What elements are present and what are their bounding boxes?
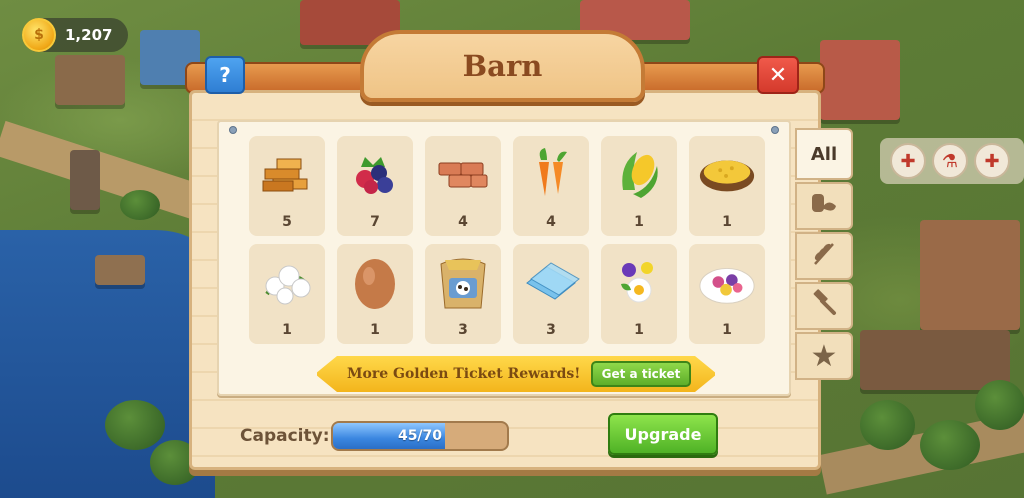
golden-ticket-banner: More Golden Ticket Rewards! Get a ticket <box>317 356 715 392</box>
inventory-slot-corn[interactable]: 1 <box>601 136 677 236</box>
category-tabs: All ★ <box>795 128 855 382</box>
hammer-icon <box>810 289 838 323</box>
inventory-slot-cotton[interactable]: 1 <box>249 244 325 344</box>
potion-icon[interactable]: ⚗ <box>932 143 968 179</box>
barn-dialog: ? Barn ✕ 5 7 4 4 1 1 1 1 3 3 1 1 More Golden Ticket… <box>185 30 853 472</box>
close-button[interactable]: ✕ <box>757 56 799 94</box>
egg-icon <box>345 252 405 312</box>
item-quantity: 4 <box>546 214 556 230</box>
inventory-sheet: 5 7 4 4 1 1 1 1 3 3 1 1 More Golden Ticket Rewards!… <box>217 120 791 396</box>
inventory-slot-flowers[interactable]: 1 <box>601 244 677 344</box>
banner-text: More Golden Ticket Rewards! <box>347 366 581 382</box>
carrots-icon <box>521 144 581 204</box>
inventory-slot-carrots[interactable]: 4 <box>513 136 589 236</box>
wheat-icon <box>809 238 839 274</box>
tab-tools[interactable] <box>795 282 853 330</box>
item-quantity: 1 <box>634 214 644 230</box>
cotton-icon <box>257 252 317 312</box>
item-quantity: 3 <box>458 322 468 338</box>
coin-counter[interactable]: $ 1,207 <box>22 18 128 52</box>
item-quantity: 1 <box>722 322 732 338</box>
capacity-label: Capacity: <box>240 426 330 446</box>
flowers-icon <box>609 252 669 312</box>
berries-icon <box>345 144 405 204</box>
inventory-slot-cow-feed[interactable]: 3 <box>425 244 501 344</box>
glass-icon <box>521 252 581 312</box>
dialog-title: Barn <box>462 49 543 83</box>
tab-all[interactable]: All <box>795 128 853 180</box>
coin-amount: 1,207 <box>65 26 113 44</box>
item-quantity: 4 <box>458 214 468 230</box>
fruit-salad-icon <box>697 252 757 312</box>
capacity-text: 45/70 <box>397 428 443 444</box>
inventory-slot-corn-feed[interactable]: 1 <box>689 136 765 236</box>
medkit-icon[interactable]: ✚ <box>974 143 1010 179</box>
item-quantity: 7 <box>370 214 380 230</box>
inventory-slot-egg[interactable]: 1 <box>337 244 413 344</box>
star-icon: ★ <box>810 338 838 374</box>
pin-icon <box>229 126 237 134</box>
coin-icon: $ <box>22 18 56 52</box>
inventory-slot-berries[interactable]: 7 <box>337 136 413 236</box>
inventory-slot-bricks[interactable]: 4 <box>425 136 501 236</box>
upgrade-button[interactable]: Upgrade <box>608 413 718 455</box>
tab-favorites[interactable]: ★ <box>795 332 853 380</box>
cow-feed-icon <box>433 252 493 312</box>
capacity-bar: 45/70 <box>331 421 509 451</box>
title-plate: Barn <box>360 30 645 102</box>
inventory-slot-fruit-salad[interactable]: 1 <box>689 244 765 344</box>
tab-crops[interactable] <box>795 232 853 280</box>
inventory-grid: 5 7 4 4 1 1 1 1 3 3 1 1 <box>249 136 765 344</box>
bread-icon <box>810 190 838 222</box>
corn-feed-icon <box>697 144 757 204</box>
get-ticket-button[interactable]: Get a ticket <box>591 361 691 387</box>
nurse-icon[interactable]: ✚ <box>890 143 926 179</box>
pin-icon <box>771 126 779 134</box>
item-quantity: 5 <box>282 214 292 230</box>
item-quantity: 1 <box>634 322 644 338</box>
bricks-icon <box>433 144 493 204</box>
side-tools-bar: ✚ ⚗ ✚ <box>880 138 1024 184</box>
inventory-slot-wood-planks[interactable]: 5 <box>249 136 325 236</box>
item-quantity: 1 <box>370 322 380 338</box>
item-quantity: 1 <box>282 322 292 338</box>
item-quantity: 1 <box>722 214 732 230</box>
item-quantity: 3 <box>546 322 556 338</box>
help-button[interactable]: ? <box>205 56 245 94</box>
tab-all-label: All <box>810 143 838 165</box>
inventory-slot-glass[interactable]: 3 <box>513 244 589 344</box>
tab-bakery[interactable] <box>795 182 853 230</box>
wood-planks-icon <box>257 144 317 204</box>
corn-icon <box>609 144 669 204</box>
